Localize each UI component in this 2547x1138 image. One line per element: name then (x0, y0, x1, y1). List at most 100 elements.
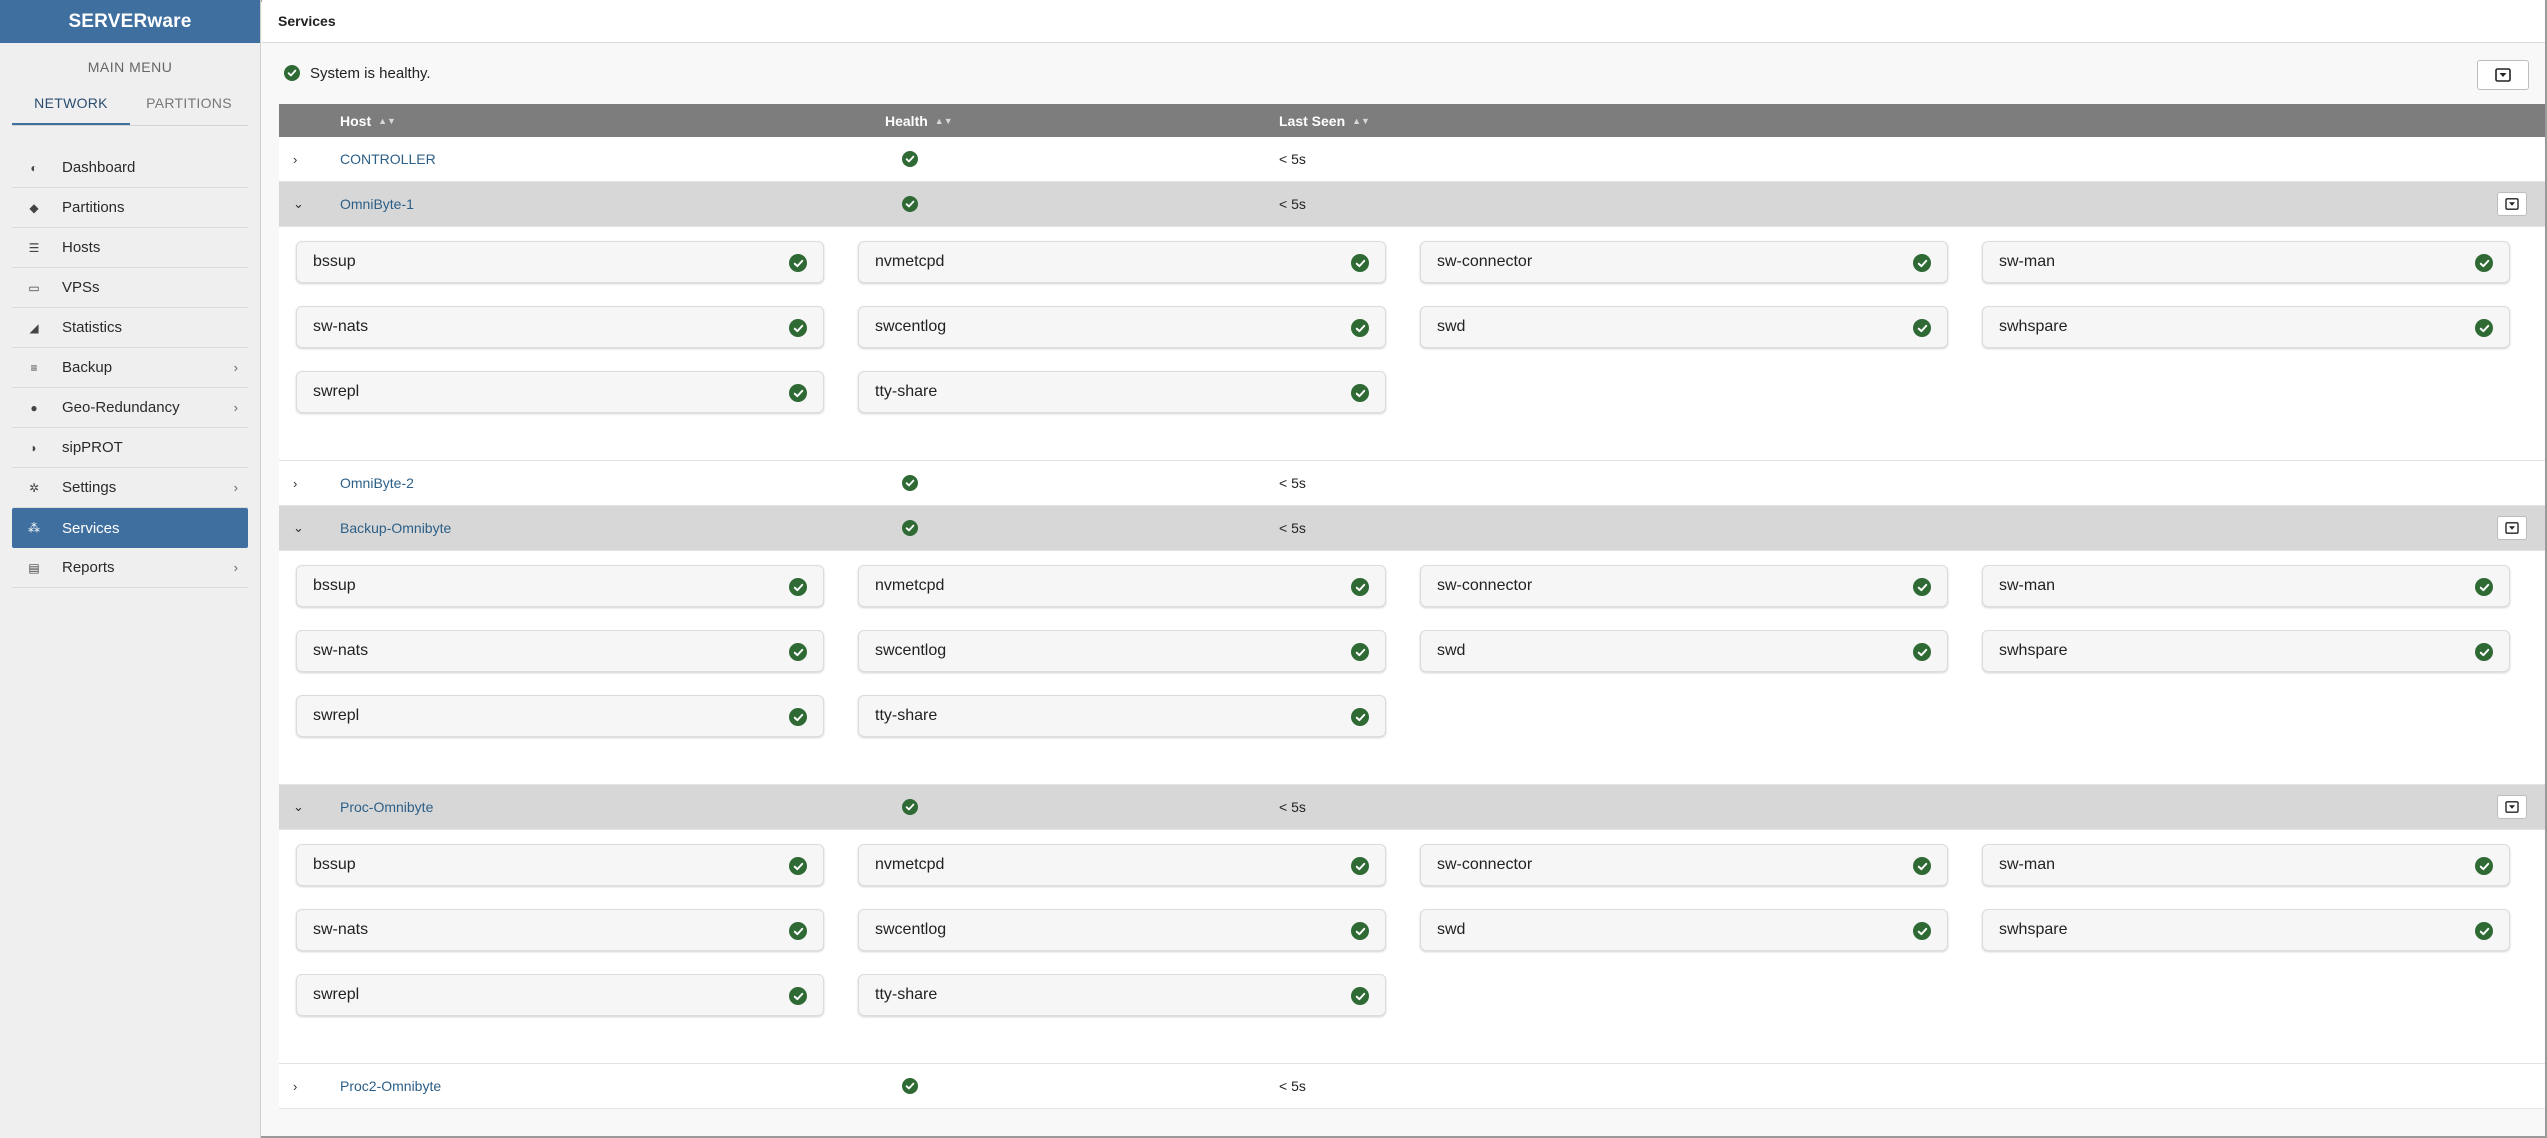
service-card[interactable]: nvmetcpd (858, 565, 1386, 607)
service-card[interactable]: bssup (296, 844, 824, 886)
service-card[interactable]: swrepl (296, 695, 824, 737)
brand-logo: SERVERware (0, 0, 260, 43)
page-title: Services (262, 0, 2545, 43)
service-card[interactable]: sw-connector (1420, 241, 1948, 283)
host-link-controller[interactable]: CONTROLLER (340, 137, 436, 181)
sidebar-item-settings[interactable]: ✲ Settings › (12, 468, 248, 508)
chevron-right-icon[interactable]: › (293, 1064, 297, 1108)
service-card[interactable]: sw-nats (296, 909, 824, 951)
check-circle-icon (284, 65, 300, 81)
collapse-icon (2505, 198, 2519, 210)
sidebar-item-hosts[interactable]: ☰ Hosts (12, 228, 248, 268)
sidebar-item-partitions[interactable]: ◆ Partitions (12, 188, 248, 228)
file-icon: ▤ (28, 560, 40, 575)
sidebar-item-label: Backup (62, 359, 113, 376)
sidebar-item-label: Settings (62, 479, 117, 496)
service-name: swd (1437, 642, 1466, 659)
sidebar-item-vpss[interactable]: ▭ VPSs (12, 268, 248, 308)
chevron-right-icon[interactable]: › (293, 461, 297, 505)
collapse-icon (2495, 68, 2511, 82)
sidebar-item-geo-redundancy[interactable]: ● Geo-Redundancy › (12, 388, 248, 428)
services-panel-omnibyte-1: bssup nvmetcpd sw-connector sw-man sw-nats sw… (279, 227, 2545, 461)
service-card[interactable]: sw-man (1982, 565, 2510, 607)
chevron-right-icon: › (233, 480, 238, 495)
check-circle-icon (789, 384, 807, 402)
chevron-down-icon[interactable]: ⌄ (293, 785, 304, 829)
chevron-right-icon[interactable]: › (293, 137, 297, 181)
health-status (902, 506, 918, 550)
service-name: tty-share (875, 986, 938, 1003)
service-card[interactable]: swcentlog (858, 306, 1386, 348)
table-row[interactable]: › OmniByte-2 < 5s (279, 461, 2545, 506)
service-card[interactable]: nvmetcpd (858, 844, 1386, 886)
service-card[interactable]: swhspare (1982, 630, 2510, 672)
service-card[interactable]: sw-connector (1420, 565, 1948, 607)
tab-partitions[interactable]: PARTITIONS (130, 87, 248, 125)
service-card[interactable]: tty-share (858, 371, 1386, 413)
service-card[interactable]: tty-share (858, 974, 1386, 1016)
table-row[interactable]: › Proc2-Omnibyte < 5s (279, 1064, 2545, 1109)
service-card[interactable]: sw-man (1982, 844, 2510, 886)
column-health[interactable]: Health ▲▼ (885, 104, 953, 137)
sidebar-item-backup[interactable]: ≡ Backup › (12, 348, 248, 388)
check-circle-icon (2475, 643, 2493, 661)
tab-network[interactable]: NETWORK (12, 87, 130, 125)
table-row[interactable]: ⌄ Proc-Omnibyte < 5s (279, 785, 2545, 830)
service-card[interactable]: swrepl (296, 371, 824, 413)
table-row[interactable]: ⌄ OmniByte-1 < 5s (279, 182, 2545, 227)
chevron-down-icon[interactable]: ⌄ (293, 182, 304, 226)
sidebar-item-sipprot[interactable]: ◗ sipPROT (12, 428, 248, 468)
service-card[interactable]: sw-nats (296, 306, 824, 348)
services-panel-backup-omnibyte: bssup nvmetcpd sw-connector sw-man sw-nats sw… (279, 551, 2545, 785)
host-link-omnibyte-1[interactable]: OmniByte-1 (340, 182, 414, 226)
check-circle-icon (1913, 319, 1931, 337)
host-link-proc-omnibyte[interactable]: Proc-Omnibyte (340, 785, 433, 829)
table-row[interactable]: ⌄ Backup-Omnibyte < 5s (279, 506, 2545, 551)
check-circle-icon (1913, 254, 1931, 272)
service-card[interactable]: swrepl (296, 974, 824, 1016)
service-card[interactable]: bssup (296, 241, 824, 283)
last-seen: < 5s (1279, 520, 1306, 536)
service-name: nvmetcpd (875, 856, 945, 873)
collapse-row-button[interactable] (2497, 192, 2527, 216)
sidebar-item-statistics[interactable]: ◢ Statistics (12, 308, 248, 348)
service-card[interactable]: swd (1420, 630, 1948, 672)
check-circle-icon (902, 1078, 918, 1094)
sidebar-item-dashboard[interactable]: ◐ Dashboard (12, 148, 248, 188)
service-name: nvmetcpd (875, 577, 945, 594)
sidebar-item-label: Partitions (62, 199, 125, 216)
collapse-row-button[interactable] (2497, 516, 2527, 540)
service-card[interactable]: swcentlog (858, 909, 1386, 951)
sidebar-item-reports[interactable]: ▤ Reports › (12, 548, 248, 588)
service-card[interactable]: swhspare (1982, 306, 2510, 348)
service-card[interactable]: sw-nats (296, 630, 824, 672)
table-row[interactable]: › CONTROLLER < 5s (279, 137, 2545, 182)
chevron-down-icon[interactable]: ⌄ (293, 506, 304, 550)
check-circle-icon (789, 857, 807, 875)
service-card[interactable]: swcentlog (858, 630, 1386, 672)
sidebar-item-label: VPSs (62, 279, 100, 296)
service-card[interactable]: sw-man (1982, 241, 2510, 283)
collapse-row-button[interactable] (2497, 795, 2527, 819)
check-circle-icon (1351, 578, 1369, 596)
last-seen: < 5s (1279, 799, 1306, 815)
sort-icon: ▲▼ (934, 115, 953, 126)
column-host[interactable]: Host ▲▼ (340, 104, 396, 137)
service-card[interactable]: nvmetcpd (858, 241, 1386, 283)
service-card[interactable]: tty-share (858, 695, 1386, 737)
sidebar-item-services[interactable]: ⁂ Services (12, 508, 248, 548)
column-last-seen[interactable]: Last Seen ▲▼ (1279, 104, 1370, 137)
service-name: swd (1437, 318, 1466, 335)
host-link-proc2-omnibyte[interactable]: Proc2-Omnibyte (340, 1064, 441, 1108)
service-card[interactable]: sw-connector (1420, 844, 1948, 886)
service-card[interactable]: bssup (296, 565, 824, 607)
service-card[interactable]: swd (1420, 306, 1948, 348)
host-link-omnibyte-2[interactable]: OmniByte-2 (340, 461, 414, 505)
service-card[interactable]: swhspare (1982, 909, 2510, 951)
host-link-backup-omnibyte[interactable]: Backup-Omnibyte (340, 506, 451, 550)
collapse-all-button[interactable] (2477, 60, 2529, 90)
health-status (902, 785, 918, 829)
service-name: sw-man (1999, 577, 2056, 594)
service-card[interactable]: swd (1420, 909, 1948, 951)
service-name: bssup (313, 577, 356, 594)
